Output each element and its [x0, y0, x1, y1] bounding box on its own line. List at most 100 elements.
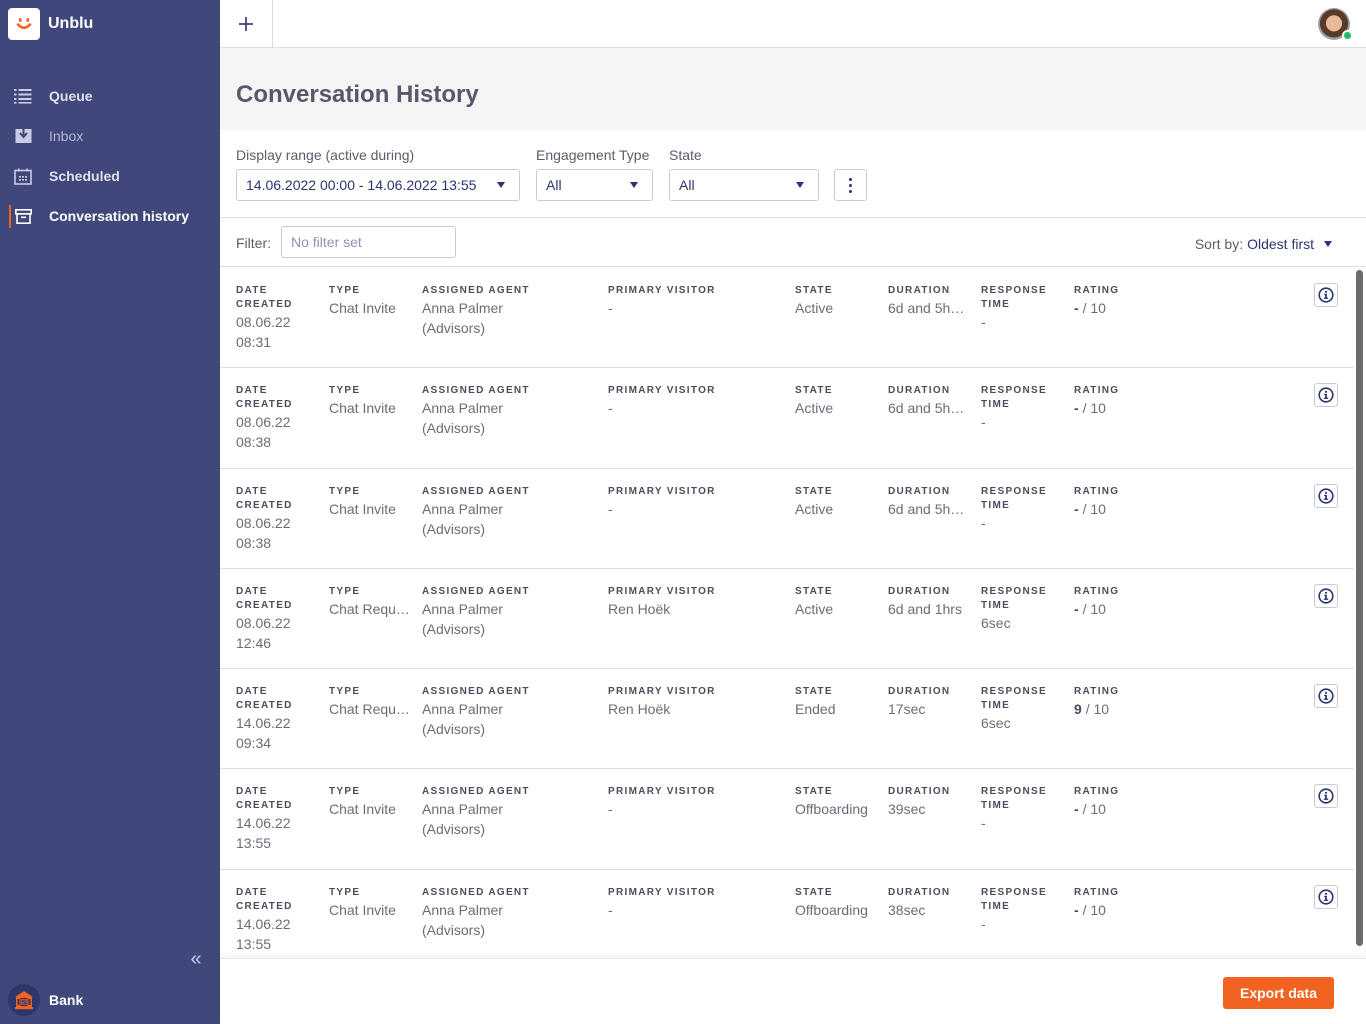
time-value: 13:55 [236, 935, 272, 952]
filter-panel: Display range (active during) 14.06.2022… [220, 130, 1366, 218]
caret-down-icon [630, 182, 638, 188]
rating-score: - [1074, 801, 1079, 818]
state-header: State [795, 585, 833, 597]
export-data-button[interactable]: Export data [1223, 977, 1334, 1009]
assigned-agent-cell: Assigned agent Anna Palmer (Advisors) [422, 685, 602, 739]
state-header: State [795, 385, 833, 397]
response-time-cell: Response time - [981, 485, 1066, 533]
filter-input[interactable] [281, 226, 456, 258]
conversation-row[interactable]: Date created 14.06.22 09:34 Type Chat Re… [220, 669, 1354, 770]
duration-cell: Duration 6d and 1hrs [888, 585, 970, 619]
sidebar-item-conversation-history[interactable]: Conversation history [0, 196, 220, 236]
plus-icon [239, 16, 253, 31]
details-button[interactable] [1314, 884, 1338, 909]
sidebar-item-label: Conversation history [49, 208, 190, 224]
response-time-header: Response time [981, 886, 1047, 912]
details-button[interactable] [1314, 684, 1338, 709]
primary-visitor-cell: Primary visitor - [608, 284, 788, 318]
response-time-value: 6sec [981, 715, 1011, 732]
sidebar-item-queue[interactable]: Queue [0, 76, 220, 116]
sidebar-item-inbox[interactable]: Inbox [0, 116, 220, 156]
agent-group: (Advisors) [422, 320, 486, 336]
page-title: Conversation History [236, 81, 479, 108]
duration-header: Duration [888, 585, 951, 597]
info-icon [1318, 387, 1334, 403]
display-range-label: Display range (active during) [236, 147, 415, 163]
response-time-value: - [981, 314, 986, 330]
response-time-cell: Response time - [981, 785, 1066, 833]
state-value: Offboarding [795, 801, 868, 818]
engagement-type-value: All [546, 177, 562, 193]
state-header: State [795, 786, 833, 798]
add-tab-button[interactable] [220, 0, 273, 47]
display-range-select[interactable]: 14.06.2022 00:00 - 14.06.2022 13:55 [236, 169, 520, 201]
primary-visitor-cell: Primary visitor - [608, 384, 788, 418]
filter-bar: Filter: Sort by: Oldest first [220, 218, 1366, 267]
brand[interactable]: Unblu [8, 8, 93, 40]
collapse-sidebar-button[interactable]: « [186, 948, 206, 970]
assigned-agent-cell: Assigned agent Anna Palmer (Advisors) [422, 284, 602, 338]
date-created-cell: Date created 14.06.22 13:55 [236, 785, 316, 853]
inbox-icon [14, 127, 32, 145]
conversation-row[interactable]: Date created 14.06.22 13:55 Type Chat In… [220, 769, 1354, 870]
response-time-value: - [981, 915, 986, 932]
sidebar-item-scheduled[interactable]: Scheduled [0, 156, 220, 196]
response-time-cell: Response time 6sec [981, 685, 1066, 733]
more-options-button[interactable] [834, 169, 867, 201]
response-time-value: - [981, 514, 986, 531]
rating-value: - / 10 [1074, 900, 1154, 920]
conversation-row[interactable]: Date created 08.06.22 08:31 Type Chat In… [220, 268, 1354, 369]
duration-cell: Duration 38sec [888, 886, 970, 920]
details-button[interactable] [1314, 483, 1338, 508]
duration-value: 6d and 5h… [888, 500, 965, 517]
rating-header: Rating [1074, 585, 1120, 597]
details-button[interactable] [1314, 283, 1338, 307]
agent-group: (Advisors) [422, 721, 486, 738]
sort-dropdown[interactable]: Sort by: Oldest first [1195, 236, 1332, 252]
state-value: Active [795, 600, 834, 617]
kebab-dot [849, 183, 852, 187]
rating-value: - / 10 [1074, 499, 1154, 519]
state-value: All [679, 177, 695, 193]
sort-label: Sort by: [1194, 236, 1244, 252]
type-header: Type [329, 786, 361, 798]
conversation-row[interactable]: Date created 14.06.22 13:55 Type Chat In… [220, 870, 1354, 958]
visitor-value: - [608, 901, 613, 918]
info-icon [1318, 889, 1334, 905]
page-header: Conversation History [220, 48, 1366, 130]
date-created-header: Date created [236, 886, 293, 912]
type-cell: Type Chat Invite [329, 785, 414, 819]
caret-down-icon [796, 182, 804, 188]
state-value: Active [795, 300, 834, 316]
info-icon [1318, 688, 1334, 704]
list-scrollbar[interactable] [1356, 270, 1363, 946]
visitor-value: Ren Hoëk [608, 701, 671, 718]
rating-header: Rating [1074, 686, 1120, 698]
conversation-row[interactable]: Date created 08.06.22 08:38 Type Chat In… [220, 469, 1354, 569]
details-button[interactable] [1314, 383, 1338, 408]
agent-group: (Advisors) [422, 921, 486, 938]
details-button[interactable] [1314, 583, 1338, 608]
agent-name: Anna Palmer [422, 801, 503, 818]
conversation-row[interactable]: Date created 08.06.22 12:46 Type Chat Re… [220, 569, 1354, 670]
state-select[interactable]: All [669, 169, 819, 201]
duration-value: 6d and 5h… [888, 400, 965, 417]
engagement-type-select[interactable]: All [536, 169, 653, 201]
conversation-row[interactable]: Date created 08.06.22 08:38 Type Chat In… [220, 368, 1354, 469]
account-switcher[interactable]: $ Bank [8, 984, 83, 1016]
type-header: Type [329, 686, 361, 698]
sidebar-item-label: Queue [49, 88, 93, 104]
response-time-value: - [981, 815, 986, 832]
rating-cell: Rating - / 10 [1074, 284, 1154, 318]
duration-cell: Duration 6d and 5h… [888, 284, 970, 318]
details-button[interactable] [1314, 784, 1338, 809]
rating-header: Rating [1074, 786, 1120, 798]
online-status-indicator [1342, 30, 1353, 41]
agent-name: Anna Palmer [422, 701, 503, 718]
duration-value: 39sec [888, 801, 926, 818]
type-value: Chat Invite [329, 400, 396, 417]
response-time-header: Response time [981, 285, 1047, 310]
type-value: Chat Invite [329, 300, 396, 316]
type-cell: Type Chat Invite [329, 886, 414, 920]
visitor-value: - [608, 500, 613, 517]
